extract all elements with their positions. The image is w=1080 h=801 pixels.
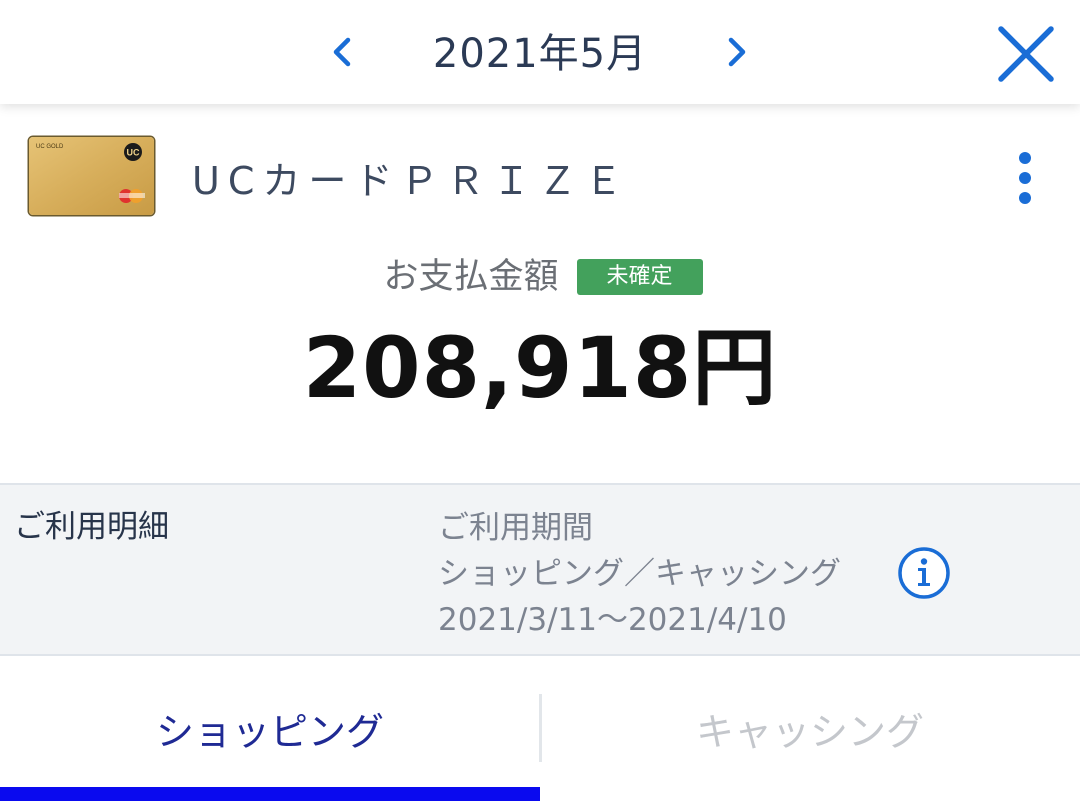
- usage-details-title: ご利用明細: [14, 509, 169, 545]
- period-info-button[interactable]: [897, 546, 951, 600]
- usage-period-label: ご利用期間: [438, 510, 593, 546]
- next-month-button[interactable]: [711, 27, 761, 77]
- usage-period-range: 2021/3/11～2021/4/10: [438, 602, 787, 638]
- tab-cashing[interactable]: キャッシング: [540, 656, 1080, 801]
- card-name: UCカードＰＲＩＺＥ: [192, 159, 631, 203]
- tab-shopping[interactable]: ショッピング: [0, 656, 540, 801]
- payment-amount-label: お支払金額: [383, 257, 559, 297]
- close-button[interactable]: [990, 18, 1062, 90]
- usage-period: ご利用期間 ショッピング／キャッシング 2021/3/11～2021/4/10: [438, 505, 841, 643]
- card-image: UC GOLD UC: [29, 137, 154, 215]
- info-icon: [898, 547, 950, 599]
- usage-details-panel: ご利用明細 ご利用期間 ショッピング／キャッシング 2021/3/11～2021…: [0, 483, 1080, 656]
- tab-selected-indicator: [0, 787, 540, 801]
- payment-amount-header: お支払金額 未確定: [0, 252, 1080, 302]
- payment-amount-value: 208,918円: [302, 319, 778, 417]
- usage-period-type: ショッピング／キャッシング: [438, 556, 841, 592]
- chevron-right-icon: [728, 37, 746, 67]
- card-brand-text: UC GOLD: [36, 144, 64, 150]
- payment-detail-screen: 2021年5月 UC GOLD UC UCカードＰＲＩＺＥ お支払金額 未確定 …: [0, 0, 1080, 801]
- month-title: 2021年5月: [432, 31, 648, 77]
- card-menu-button[interactable]: [1000, 146, 1050, 210]
- month-header: 2021年5月: [0, 0, 1080, 104]
- usage-tabs: ショッピング キャッシング: [0, 656, 1080, 801]
- previous-month-button[interactable]: [318, 27, 368, 77]
- more-vertical-icon: [1019, 152, 1031, 164]
- chevron-left-icon: [333, 37, 351, 67]
- card-logo-text: UC: [127, 148, 140, 158]
- status-badge: 未確定: [576, 259, 703, 295]
- close-icon: [998, 26, 1054, 82]
